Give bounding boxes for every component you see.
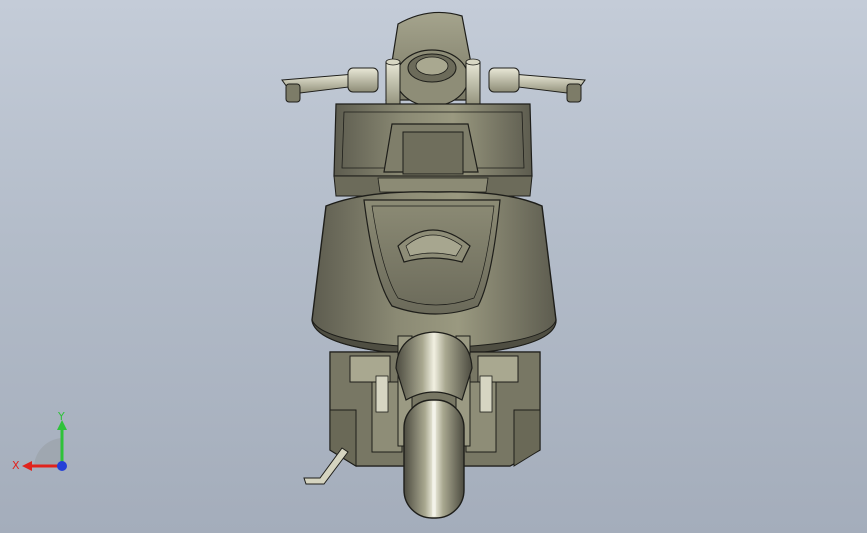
left-stem [385, 61, 401, 109]
y-axis-label: Y [57, 410, 65, 423]
scooter-model-front-view[interactable] [0, 0, 867, 533]
left-grip [347, 67, 379, 93]
coordinate-triad: Y X [12, 410, 67, 472]
front-fender [395, 331, 473, 401]
x-axis-label: X [12, 459, 20, 472]
right-grip [488, 67, 520, 93]
kickstand [303, 447, 349, 485]
right-stem [465, 61, 481, 109]
graphics-viewport[interactable]: Y X [0, 0, 867, 533]
